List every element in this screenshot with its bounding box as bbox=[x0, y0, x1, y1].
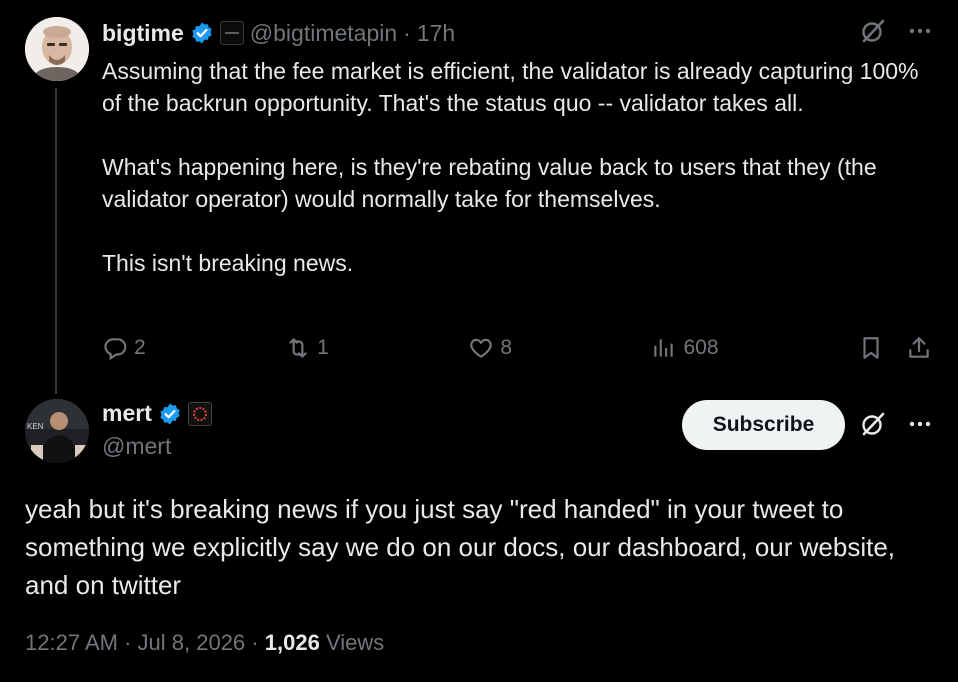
bookmark-button[interactable] bbox=[858, 335, 884, 361]
main-tweet-header: mert bbox=[102, 400, 212, 427]
parent-tweet-paragraph: This isn't breaking news. bbox=[102, 250, 354, 276]
parent-tweet-paragraph: Assuming that the fee market is efficien… bbox=[102, 58, 919, 116]
svg-text:KEN: KEN bbox=[27, 422, 44, 431]
verified-badge-icon bbox=[190, 21, 214, 45]
like-count: 8 bbox=[500, 336, 512, 359]
repost-icon bbox=[289, 338, 307, 358]
parent-tweet-time[interactable]: 17h bbox=[417, 20, 455, 47]
tweet-date[interactable]: Jul 8, 2026 bbox=[138, 630, 246, 655]
parent-tweet-paragraph: What's happening here, is they're rebati… bbox=[102, 154, 877, 212]
tweet-time[interactable]: 12:27 AM bbox=[25, 630, 118, 655]
main-author-avatar[interactable]: KEN bbox=[25, 399, 89, 463]
secondary-actions bbox=[858, 335, 932, 361]
org-badge-icon[interactable] bbox=[187, 401, 212, 426]
bookmark-icon bbox=[863, 337, 879, 359]
analytics-icon bbox=[654, 339, 674, 357]
parent-tweet-header: bigtime @bigtimetapin · 17h bbox=[102, 17, 455, 49]
main-author-handle[interactable]: @mert bbox=[102, 433, 171, 460]
main-tweet-metadata: 12:27 AM · Jul 8, 2026 · 1,026 Views bbox=[25, 630, 384, 656]
views-label: Views bbox=[325, 630, 385, 655]
subscribe-button[interactable]: Subscribe bbox=[682, 400, 845, 450]
main-author-name[interactable]: mert bbox=[102, 400, 152, 427]
grok-icon[interactable] bbox=[860, 18, 886, 44]
reply-button[interactable]: 2 bbox=[102, 335, 146, 361]
main-tweet-body: yeah but it's breaking news if you just … bbox=[25, 494, 896, 600]
views-button[interactable]: 608 bbox=[651, 335, 719, 361]
parent-tweet-top-actions bbox=[860, 18, 932, 44]
verified-badge-icon bbox=[158, 402, 182, 426]
reply-icon bbox=[104, 338, 127, 361]
meta-separator: · bbox=[251, 630, 265, 655]
repost-button[interactable]: 1 bbox=[285, 335, 329, 361]
parent-author-name[interactable]: bigtime bbox=[102, 20, 184, 47]
parent-author-avatar[interactable] bbox=[25, 17, 89, 81]
time-separator: · bbox=[403, 19, 411, 46]
parent-tweet-body: Assuming that the fee market is efficien… bbox=[102, 55, 942, 279]
reply-count: 2 bbox=[134, 336, 146, 359]
more-options-icon[interactable] bbox=[908, 420, 932, 428]
meta-separator: · bbox=[124, 630, 138, 655]
grok-icon[interactable] bbox=[860, 411, 886, 437]
like-button[interactable]: 8 bbox=[468, 335, 512, 361]
parent-author-handle[interactable]: @bigtimetapin bbox=[250, 20, 397, 47]
share-button[interactable] bbox=[906, 335, 932, 361]
views-count: 1,026 bbox=[264, 630, 320, 655]
thread-connector-line bbox=[55, 88, 57, 394]
view-count: 608 bbox=[683, 336, 719, 359]
repost-count: 1 bbox=[317, 336, 329, 359]
heart-icon bbox=[470, 338, 493, 358]
main-tweet-top-actions bbox=[860, 411, 932, 437]
share-icon bbox=[909, 337, 929, 358]
affiliation-badge-icon[interactable] bbox=[219, 21, 244, 45]
more-options-icon[interactable] bbox=[908, 27, 932, 35]
parent-tweet-action-bar: 2 1 8 608 bbox=[102, 332, 932, 364]
tweet-thread: bigtime @bigtimetapin · 17h Assuming tha… bbox=[0, 0, 958, 682]
